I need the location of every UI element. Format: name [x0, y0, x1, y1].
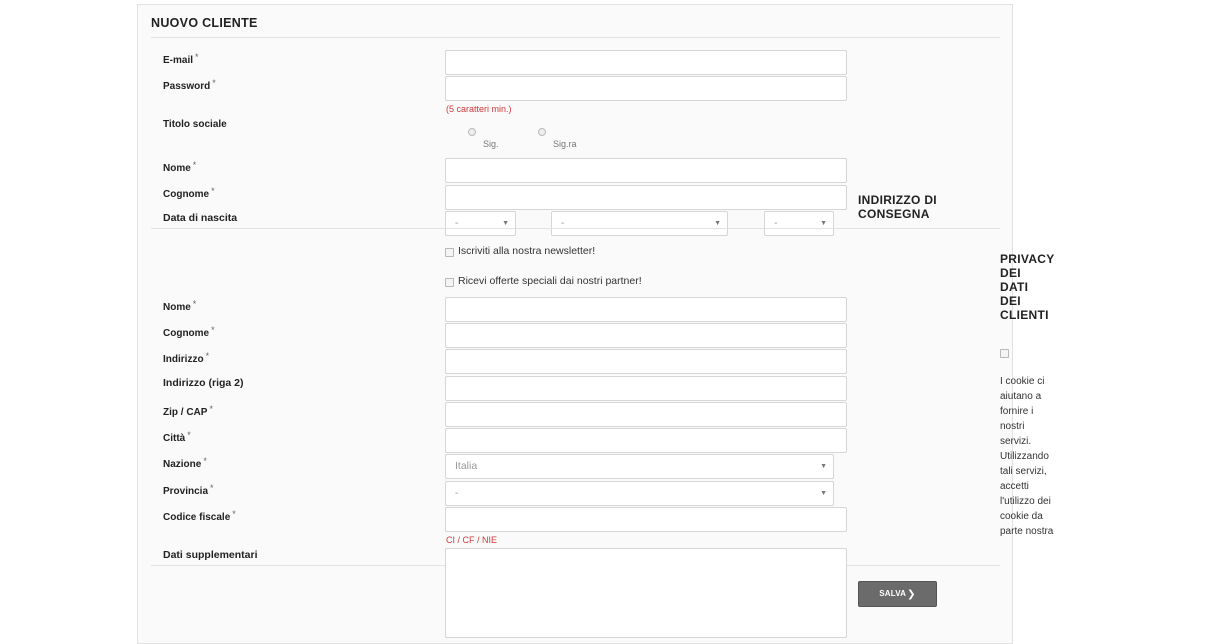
cookie-notice: I cookie ci aiutano a fornire i nostri s…	[1000, 376, 1054, 537]
chevron-right-icon: ❯	[907, 589, 916, 600]
radio-mr-label: Sig.	[483, 139, 499, 149]
optin-label: Ricevi offerte speciali dai nostri partn…	[458, 275, 642, 287]
save-button-label: SALVA	[879, 589, 907, 598]
country-label: Nazione *	[163, 456, 207, 470]
other-label: Dati supplementari	[163, 549, 258, 561]
title-label: Titolo sociale	[163, 119, 227, 130]
address-title: INDIRIZZO DI CONSEGNA	[858, 193, 937, 221]
birth-day-select[interactable]: - ▼	[445, 211, 516, 236]
country-select[interactable]: Italia ▼	[445, 454, 834, 479]
address-label: Indirizzo *	[163, 351, 210, 365]
optin-checkbox[interactable]	[445, 278, 454, 287]
privacy-title: PRIVACY DEI DATI DEI CLIENTI	[1000, 252, 1055, 322]
address2-field[interactable]	[445, 376, 847, 401]
dni-hint: CI / CF / NIE	[446, 535, 498, 545]
chevron-down-icon: ▼	[714, 220, 721, 227]
lastname-field[interactable]	[445, 185, 847, 210]
address-divider	[151, 228, 1000, 229]
newsletter-checkbox[interactable]	[445, 248, 454, 257]
birth-year-select[interactable]: - ▼	[764, 211, 834, 236]
state-label: Provincia *	[163, 483, 214, 497]
radio-mrs-label: Sig.ra	[553, 139, 577, 149]
save-button[interactable]: SALVA❯	[858, 581, 937, 607]
radio-mrs[interactable]	[538, 128, 546, 136]
password-field[interactable]	[445, 76, 847, 101]
email-label: E-mail *	[163, 52, 199, 66]
address2-label: Indirizzo (riga 2)	[163, 377, 244, 389]
firstname-field[interactable]	[445, 158, 847, 183]
radio-mr[interactable]	[468, 128, 476, 136]
state-select[interactable]: - ▼	[445, 481, 834, 506]
address-field[interactable]	[445, 349, 847, 374]
address-firstname-label: Nome *	[163, 299, 197, 313]
zip-label: Zip / CAP *	[163, 404, 213, 418]
other-textarea[interactable]	[445, 548, 847, 638]
password-label: Password *	[163, 78, 216, 92]
password-hint: (5 caratteri min.)	[446, 104, 512, 114]
city-field[interactable]	[445, 428, 847, 453]
page-title: NUOVO CLIENTE	[151, 16, 258, 30]
chevron-down-icon: ▼	[820, 220, 827, 227]
birth-month-select[interactable]: - ▼	[551, 211, 728, 236]
chevron-down-icon: ▼	[502, 220, 509, 227]
address-lastname-label: Cognome *	[163, 325, 215, 339]
birthdate-label: Data di nascita	[163, 212, 238, 224]
lastname-label: Cognome *	[163, 186, 215, 200]
zip-field[interactable]	[445, 402, 847, 427]
newsletter-label: Iscriviti alla nostra newsletter!	[458, 245, 596, 257]
dni-label: Codice fiscale *	[163, 509, 236, 523]
city-label: Città *	[163, 430, 191, 444]
privacy-checkbox[interactable]	[1000, 349, 1009, 358]
chevron-down-icon: ▼	[820, 463, 827, 470]
address-firstname-field[interactable]	[445, 297, 847, 322]
chevron-down-icon: ▼	[820, 490, 827, 497]
email-field[interactable]	[445, 50, 847, 75]
address-lastname-field[interactable]	[445, 323, 847, 348]
dni-field[interactable]	[445, 507, 847, 532]
firstname-label: Nome *	[163, 160, 197, 174]
title-divider	[151, 37, 1000, 38]
